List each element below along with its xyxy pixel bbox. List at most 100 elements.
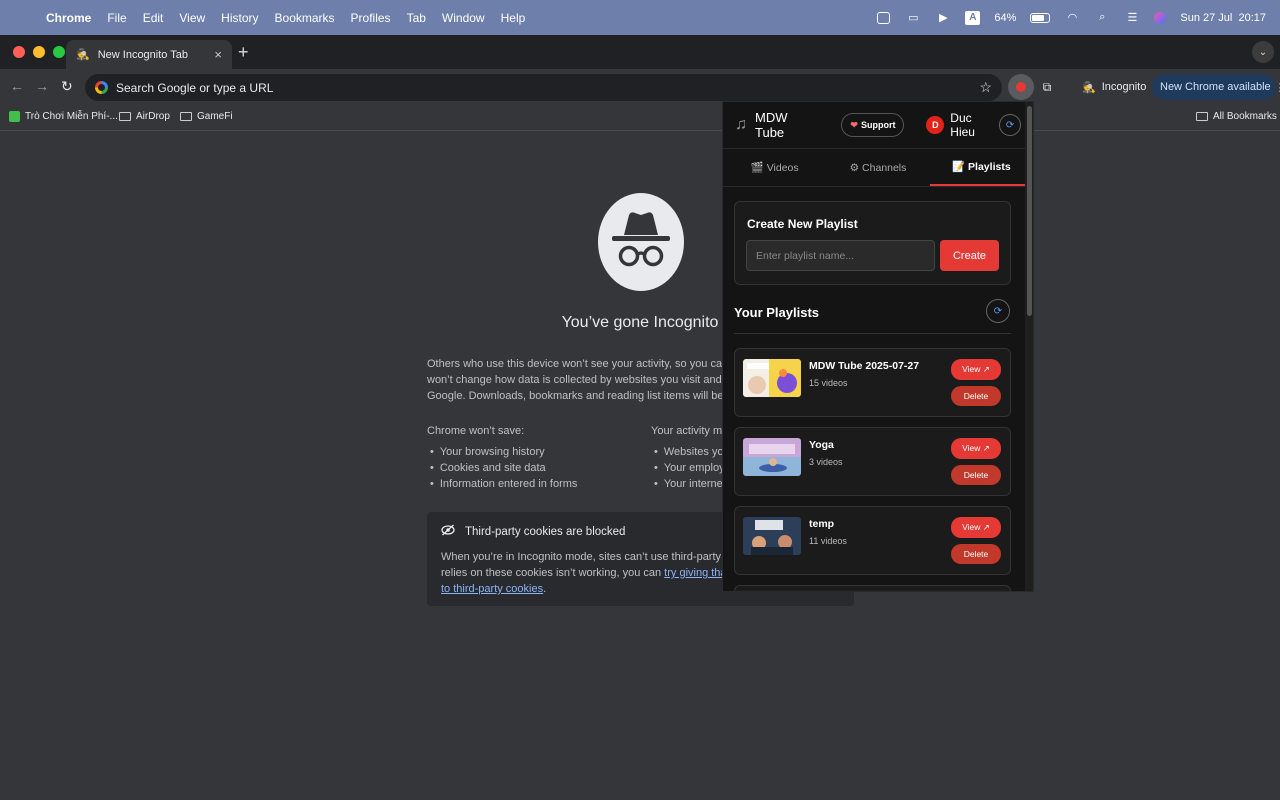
playlist-card[interactable]: temp 11 videos View ↗ Delete [734, 506, 1011, 575]
refresh-playlists-icon[interactable]: ⟳ [986, 299, 1010, 323]
folder-icon [1196, 112, 1208, 121]
your-playlists-title: Your Playlists [734, 305, 820, 320]
clapper-icon: 🎬 [750, 162, 764, 174]
divider [734, 333, 1011, 334]
battery-icon[interactable] [1030, 12, 1051, 23]
memo-icon: 📝 [951, 161, 966, 173]
incognito-label: Incognito [1101, 81, 1147, 93]
bookmark-folder-airdrop[interactable]: AirDrop [119, 111, 170, 122]
avatar[interactable]: D [926, 116, 945, 134]
minimize-window-button[interactable] [33, 46, 45, 58]
reload-icon[interactable]: ↻ [61, 78, 73, 95]
playlist-card[interactable]: Yoga 3 videos View ↗ Delete [734, 427, 1011, 496]
delete-playlist-button[interactable]: Delete [951, 544, 1001, 564]
incognito-profile-chip[interactable]: 🕵 Incognito [1074, 74, 1154, 100]
tab-search-chevron-icon[interactable]: ⌄ [1252, 41, 1274, 63]
menu-profiles[interactable]: Profiles [343, 11, 399, 25]
popup-scrollbar[interactable] [1025, 102, 1033, 591]
menu-help[interactable]: Help [493, 11, 534, 25]
description-line: Others who use this device won’t see you… [427, 358, 723, 370]
playlist-card[interactable] [734, 585, 1011, 591]
bookmark-folder-gamefi[interactable]: GameFi [180, 111, 233, 122]
maximize-window-button[interactable] [53, 46, 65, 58]
wont-save-title: Chrome won’t save: [427, 425, 525, 437]
playlist-thumbnail [743, 517, 801, 555]
view-playlist-button[interactable]: View ↗ [951, 438, 1001, 459]
play-icon[interactable]: ▶ [935, 11, 951, 25]
tab-channels[interactable]: ⚙ Channels [826, 149, 929, 186]
folder-icon [180, 112, 192, 121]
popup-body: Create New Playlist Create Your Playlist… [723, 188, 1025, 591]
tab-new-incognito[interactable]: 🕵 New Incognito Tab × [66, 40, 232, 69]
tab-title: New Incognito Tab [97, 48, 189, 61]
back-icon[interactable]: ← [10, 78, 24, 94]
menu-app[interactable]: Chrome [38, 11, 99, 25]
scrollbar-thumb[interactable] [1027, 106, 1032, 316]
playlist-thumbnail [743, 438, 801, 476]
folder-icon [119, 112, 131, 121]
menubar-clock[interactable]: Sun 27 Jul 20:17 [1180, 12, 1266, 24]
create-playlist-button[interactable]: Create [940, 240, 999, 271]
display-icon[interactable]: ▭ [905, 11, 921, 25]
cookie-line-end: . [543, 583, 547, 595]
view-playlist-button[interactable]: View ↗ [951, 359, 1001, 380]
support-label: Support [860, 120, 896, 130]
tab-label: Channels [862, 161, 907, 174]
create-playlist-title: Create New Playlist [747, 217, 858, 231]
tab-playlists[interactable]: 📝 Playlists [929, 149, 1033, 186]
popup-tabs: 🎬 Videos ⚙ Channels 📝 Playlists [723, 149, 1033, 187]
delete-playlist-button[interactable]: Delete [951, 465, 1001, 485]
input-source-icon[interactable]: A [965, 10, 981, 25]
tab-videos[interactable]: 🎬 Videos [723, 149, 826, 186]
create-playlist-card: Create New Playlist Create [734, 201, 1011, 285]
update-label: New Chrome available [1160, 81, 1271, 93]
bookmark-label: GameFi [197, 111, 233, 122]
incognito-spy-icon [598, 193, 684, 291]
menu-bookmarks[interactable]: Bookmarks [267, 11, 343, 25]
kebab-menu-icon[interactable]: ⋮ [1275, 81, 1280, 94]
support-button[interactable]: ❤ Support [841, 113, 905, 137]
screenshot-icon[interactable] [875, 11, 891, 25]
list-item: Your employe [654, 460, 723, 476]
control-center-icon[interactable]: ☰ [1124, 11, 1140, 25]
all-bookmarks-folder[interactable]: All Bookmarks [1196, 111, 1277, 122]
third-party-cookies-link[interactable]: to third-party cookies [441, 583, 543, 595]
game-icon [9, 111, 20, 122]
bookmark-star-icon[interactable]: ☆ [979, 79, 992, 96]
omnibox[interactable]: Search Google or type a URL ☆ [85, 74, 1002, 101]
close-window-button[interactable] [13, 46, 25, 58]
menu-history[interactable]: History [213, 11, 266, 25]
activity-might-title: Your activity mig [651, 425, 723, 437]
view-playlist-button[interactable]: View ↗ [951, 517, 1001, 538]
menu-window[interactable]: Window [434, 11, 493, 25]
list-item: Websites you [654, 444, 723, 460]
extensions-puzzle-icon[interactable]: ⧉ [1034, 74, 1060, 100]
playlist-name: Yoga [809, 439, 834, 451]
bookmark-item[interactable]: Trò Chơi Miễn Phí-... [9, 111, 118, 122]
heart-icon: ❤ [850, 119, 858, 130]
menu-view[interactable]: View [171, 11, 213, 25]
menu-tab[interactable]: Tab [399, 11, 434, 25]
search-icon[interactable]: ⌕ [1094, 11, 1110, 25]
refresh-icon[interactable]: ⟳ [999, 114, 1021, 136]
window-controls [13, 46, 65, 58]
siri-icon[interactable] [1154, 11, 1167, 24]
list-item: Cookies and site data [430, 460, 577, 476]
new-chrome-available-button[interactable]: New Chrome available ⋮ [1152, 74, 1280, 100]
forward-icon[interactable]: → [35, 78, 49, 94]
playlist-name-input[interactable] [746, 240, 935, 271]
new-tab-button[interactable]: + [238, 42, 249, 63]
delete-playlist-button[interactable]: Delete [951, 386, 1001, 406]
user-name: Duc Hieu [950, 111, 975, 139]
mdw-tube-extension-icon[interactable] [1008, 74, 1034, 100]
gear-icon: ⚙ [849, 161, 860, 174]
close-tab-icon[interactable]: × [214, 47, 222, 62]
playlist-name: MDW Tube 2025-07-27 [809, 360, 920, 372]
wifi-icon[interactable]: ◠ [1064, 11, 1080, 25]
playlist-count: 11 videos [809, 536, 847, 546]
playlist-thumbnail [743, 359, 801, 397]
menu-edit[interactable]: Edit [135, 11, 172, 25]
bookmark-label: AirDrop [136, 111, 170, 122]
menu-file[interactable]: File [99, 11, 134, 25]
playlist-card[interactable]: MDW Tube 2025-07-27 15 videos View ↗ Del… [734, 348, 1011, 417]
